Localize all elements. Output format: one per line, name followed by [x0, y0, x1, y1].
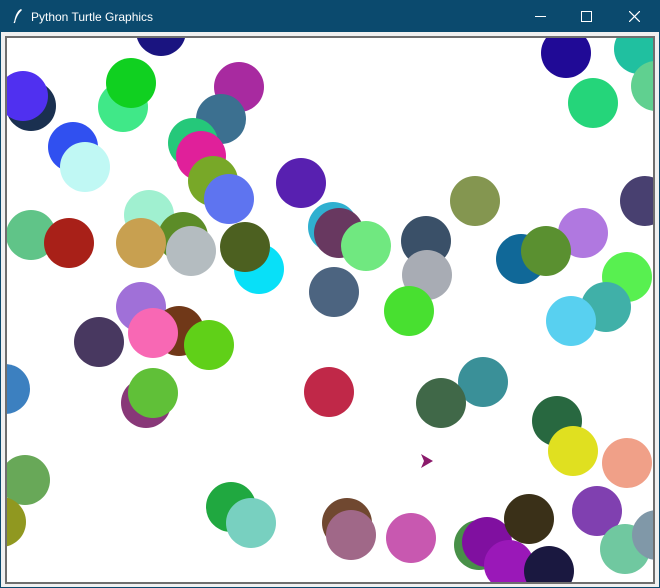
dot-41	[309, 267, 359, 317]
dot-67	[524, 546, 574, 582]
dot-18	[276, 158, 326, 208]
dot-65	[504, 494, 554, 544]
dot-55	[602, 438, 652, 488]
dot-46	[74, 317, 124, 367]
dot-28	[220, 222, 270, 272]
dot-48	[128, 368, 178, 418]
drawing-surface	[7, 38, 653, 582]
maximize-button[interactable]	[563, 1, 609, 32]
minimize-icon	[535, 16, 546, 17]
dot-35	[521, 226, 571, 276]
dot-11	[568, 78, 618, 128]
dot-54	[548, 426, 598, 476]
dot-40	[384, 286, 434, 336]
turtle-cursor-icon	[421, 454, 433, 468]
dot-26	[44, 218, 94, 268]
dot-49	[7, 364, 30, 414]
dot-44	[184, 320, 234, 370]
feather-icon	[13, 9, 22, 24]
dot-45	[128, 308, 178, 358]
title-bar[interactable]: Python Turtle Graphics	[1, 1, 659, 32]
dot-20	[620, 176, 653, 226]
dot-38	[546, 296, 596, 346]
close-button[interactable]	[611, 1, 657, 32]
close-icon	[629, 11, 640, 22]
dot-1	[137, 38, 185, 56]
dot-24	[166, 226, 216, 276]
dot-17	[204, 174, 254, 224]
dot-59	[226, 498, 276, 548]
dot-13	[60, 142, 110, 192]
dot-8	[106, 58, 156, 108]
dot-62	[386, 513, 436, 563]
turtle-window: Python Turtle Graphics	[0, 0, 660, 588]
dot-19	[450, 176, 500, 226]
dot-50	[304, 367, 354, 417]
dot-31	[341, 221, 391, 271]
dot-23	[116, 218, 166, 268]
dot-2	[541, 38, 591, 78]
minimize-button[interactable]	[517, 1, 563, 32]
dot-56	[7, 455, 50, 505]
dot-61	[326, 510, 376, 560]
window-title: Python Turtle Graphics	[31, 10, 154, 24]
maximize-icon	[581, 11, 592, 22]
turtle-canvas[interactable]	[5, 36, 655, 584]
dot-52	[416, 378, 466, 428]
